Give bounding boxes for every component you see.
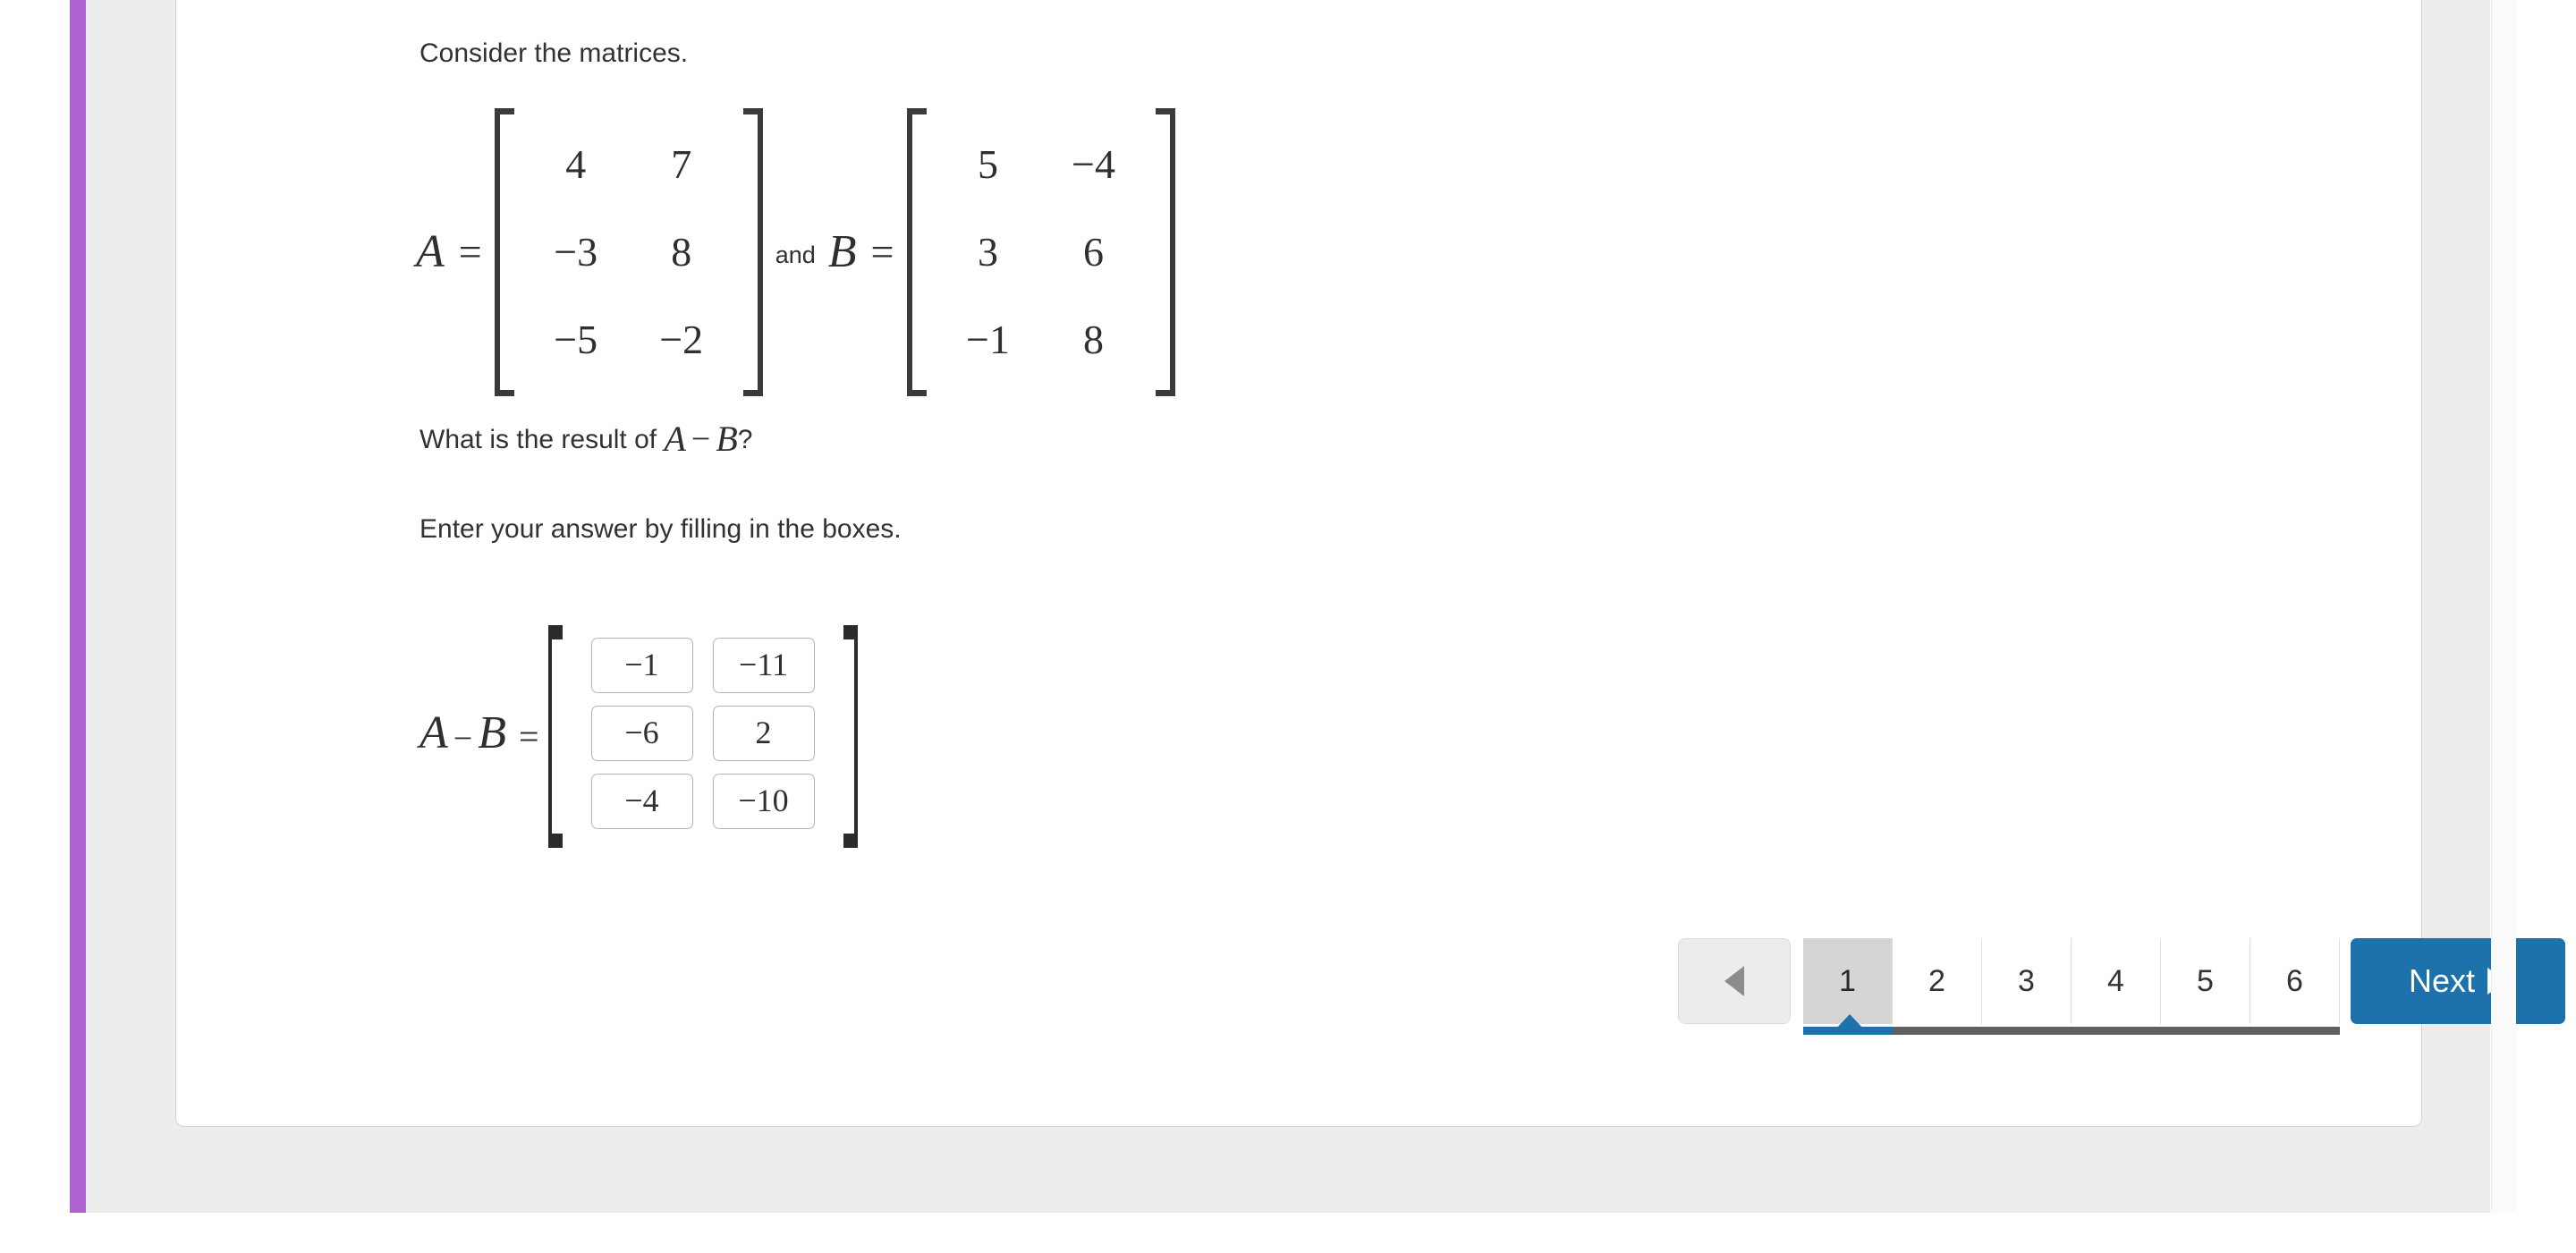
matrix-a-cells: 4 7 −3 8 −5 −2 (514, 108, 743, 396)
next-button-label: Next (2408, 962, 2476, 999)
answer-equals: = (518, 715, 539, 757)
matrix-cell: 7 (671, 141, 692, 187)
answer-input-r3c2[interactable]: −10 (712, 774, 815, 829)
right-bracket-icon (1155, 108, 1175, 396)
page-tab-3[interactable]: 3 (1982, 938, 2072, 1024)
next-button[interactable]: Next (2351, 938, 2565, 1024)
conjunction-and: and (775, 241, 816, 268)
matrix-cell: 8 (1083, 317, 1104, 362)
answer-operand-a: A (419, 707, 448, 758)
left-bracket-icon (906, 108, 927, 396)
active-page-caret-icon (1835, 1014, 1864, 1029)
triangle-left-icon (1724, 966, 1744, 996)
left-bracket-icon (494, 108, 514, 396)
answer-input-grid: −1 −11 −6 2 −4 −10 (566, 625, 840, 842)
question-operand-b: B (716, 419, 738, 459)
instruction-text: Enter your answer by filling in the boxe… (419, 514, 902, 544)
given-matrices: A = 4 7 −3 8 −5 −2 and B = 5 −4 3 6 −1 8 (416, 108, 1175, 396)
matrix-a: 4 7 −3 8 −5 −2 (494, 108, 763, 396)
page-tabs: 1 2 3 4 5 6 (1803, 938, 2340, 1035)
question-operator: − (691, 420, 711, 458)
page-tab-2[interactable]: 2 (1893, 938, 1982, 1024)
matrix-a-equals: = (458, 229, 482, 275)
intro-text: Consider the matrices. (419, 38, 689, 68)
page-tab-4[interactable]: 4 (2072, 938, 2161, 1024)
answer-input-r3c1[interactable]: −4 (590, 774, 693, 829)
answer-input-r2c1[interactable]: −6 (590, 706, 693, 761)
pagination: 1 2 3 4 5 6 Next (1678, 938, 2565, 1035)
question-content-card: Consider the matrices. A = 4 7 −3 8 −5 −… (175, 0, 2565, 1127)
matrix-cell: 3 (978, 229, 998, 275)
matrix-b: 5 −4 3 6 −1 8 (906, 108, 1175, 396)
answer-input-r1c2[interactable]: −11 (712, 638, 815, 693)
matrix-cell: −5 (554, 317, 598, 362)
matrix-cell: −3 (554, 229, 598, 275)
matrix-cell: 4 (565, 141, 587, 187)
page-root: Consider the matrices. A = 4 7 −3 8 −5 −… (0, 0, 2576, 1253)
answer-input-r2c2[interactable]: 2 (712, 706, 815, 761)
answer-matrix: −1 −11 −6 2 −4 −10 (547, 625, 858, 842)
matrix-a-label: A (416, 226, 445, 277)
page-progress-track (1803, 1027, 2340, 1035)
page-tab-1[interactable]: 1 (1803, 938, 1893, 1024)
question-operand-a: A (664, 419, 686, 459)
matrix-b-cells: 5 −4 3 6 −1 8 (927, 108, 1156, 396)
answer-expression: A − B (419, 710, 506, 757)
scrollbar-track[interactable] (2491, 0, 2516, 1213)
purple-accent-rail (70, 0, 86, 1213)
left-bracket-icon (547, 625, 566, 842)
matrix-cell: −1 (966, 317, 1010, 362)
question-prefix: What is the result of (419, 425, 665, 454)
question-text: What is the result of A − B? (419, 418, 752, 460)
matrix-cell: 5 (978, 141, 998, 187)
previous-page-button[interactable] (1678, 938, 1791, 1024)
right-bracket-icon (742, 108, 763, 396)
answer-input-r1c1[interactable]: −1 (590, 638, 693, 693)
matrix-b-label: B (827, 226, 857, 277)
page-tab-5[interactable]: 5 (2161, 938, 2250, 1024)
left-white-rail (0, 0, 70, 1213)
matrix-cell: −4 (1072, 141, 1115, 187)
right-bracket-icon (840, 625, 858, 842)
matrix-b-equals: = (870, 229, 894, 275)
matrix-cell: −2 (659, 317, 704, 362)
answer-operand-b: B (478, 707, 506, 758)
page-tab-6[interactable]: 6 (2250, 938, 2340, 1024)
matrix-cell: 8 (671, 229, 692, 275)
answer-area: A − B = −1 −11 −6 2 −4 −10 (419, 625, 858, 842)
answer-operator: − (453, 720, 473, 758)
matrix-cell: 6 (1083, 229, 1104, 275)
question-suffix: ? (737, 425, 753, 454)
